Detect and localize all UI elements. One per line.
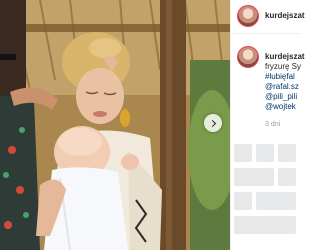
blurred-block — [278, 144, 296, 162]
blurred-comments — [230, 140, 300, 250]
caption-mention[interactable]: @pili_pili — [265, 92, 297, 102]
caption-hashtag[interactable]: #lubięfal — [265, 72, 295, 82]
blurred-block — [234, 144, 252, 162]
post-timestamp: 3 dni — [265, 121, 281, 128]
post-header: kurdejszat — [231, 0, 305, 34]
blurred-block — [256, 192, 296, 210]
caption-line: fryzurę Sy — [265, 62, 302, 71]
post-photo[interactable] — [0, 0, 230, 250]
next-photo-button[interactable] — [204, 114, 222, 132]
photo-scene — [0, 0, 230, 250]
caption-avatar-icon[interactable] — [237, 46, 259, 68]
blurred-block — [256, 144, 274, 162]
caption-mention[interactable]: @rafal.sz — [265, 82, 299, 92]
blurred-block — [234, 192, 252, 210]
post-username[interactable]: kurdejszat — [265, 11, 305, 20]
caption-mention[interactable]: @wojtek — [265, 102, 296, 112]
blurred-block — [234, 168, 274, 186]
caption-username[interactable]: kurdejszat — [265, 52, 305, 61]
blurred-block — [278, 168, 296, 186]
blurred-block — [234, 216, 296, 234]
chevron-right-icon — [208, 119, 216, 127]
profile-picture-icon[interactable] — [237, 5, 259, 27]
